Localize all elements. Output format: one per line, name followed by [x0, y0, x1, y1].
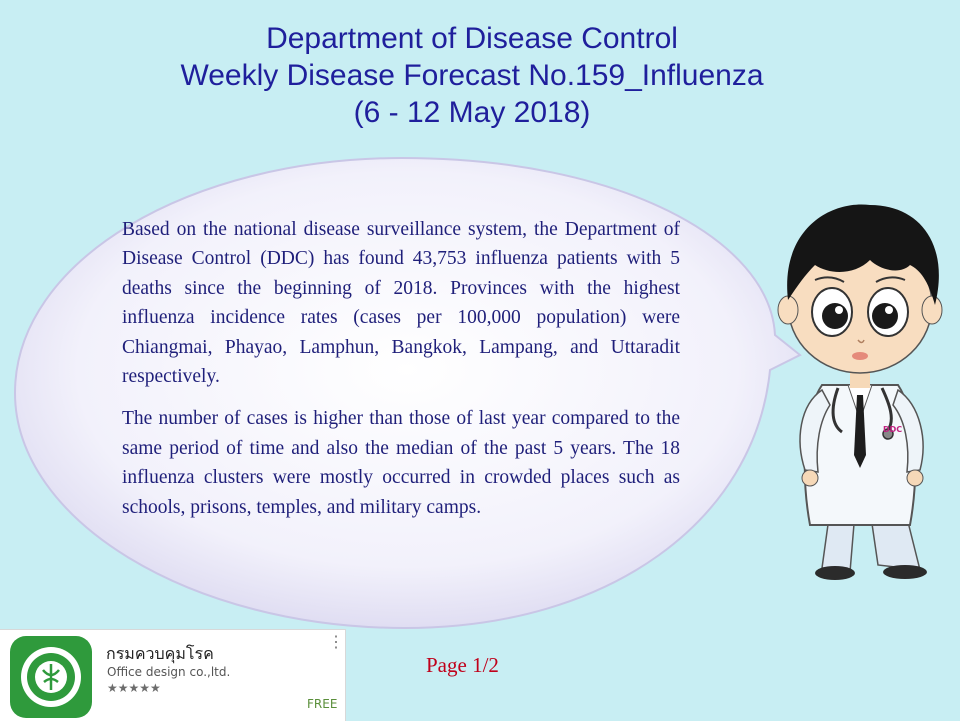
ddc-badge-label: DDC	[883, 425, 902, 434]
app-price[interactable]: FREE	[307, 697, 337, 711]
more-vertical-icon[interactable]: ⋮	[328, 635, 344, 651]
ddc-logo-icon	[10, 636, 92, 718]
doctor-character-illustration: DDC	[777, 204, 943, 580]
app-store-card[interactable]: กรมควบคุมโรค Office design co.,ltd. ★★★★…	[0, 629, 346, 721]
forecast-summary: Based on the national disease surveillan…	[122, 215, 680, 535]
paragraph-surveillance: Based on the national disease surveillan…	[122, 219, 680, 388]
app-developer: Office design co.,ltd.	[107, 665, 231, 679]
page-indicator: Page 1/2	[426, 653, 499, 677]
paragraph-comparison: The number of cases is higher than those…	[122, 408, 680, 518]
app-name: กรมควบคุมโรค	[106, 644, 214, 663]
app-rating-stars: ★★★★★	[107, 681, 161, 695]
